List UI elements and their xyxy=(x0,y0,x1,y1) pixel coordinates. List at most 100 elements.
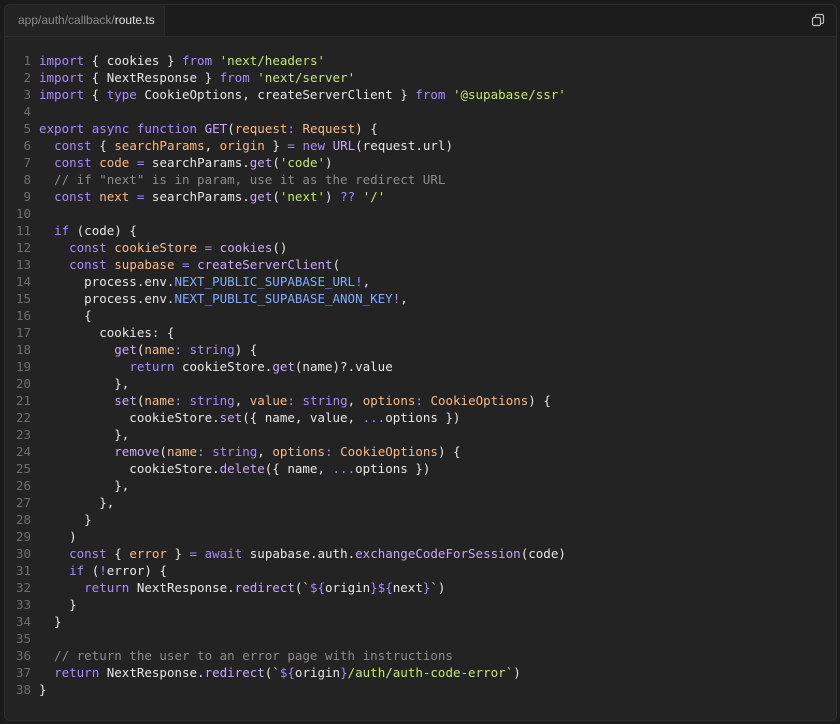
line-source: return cookieStore.get(name)?.value xyxy=(39,358,392,375)
code-token: redirect xyxy=(204,665,265,680)
line-number: 15 xyxy=(15,291,31,306)
code-token: set xyxy=(219,410,243,425)
line-number: 6 xyxy=(23,138,31,153)
code-token: supabase xyxy=(114,257,175,272)
code-line: 12 const cookieStore = cookies() xyxy=(5,239,566,256)
line-source: const next = searchParams.get('next') ??… xyxy=(39,188,385,205)
code-line: 17 cookies: { xyxy=(5,324,566,341)
code-block-header: app/auth/callback/route.ts xyxy=(5,5,836,37)
code-token: } xyxy=(166,546,190,561)
code-content: 1 import { cookies } from 'next/headers' 2… xyxy=(5,52,566,698)
code-token: /auth/auth-code-error` xyxy=(347,665,514,680)
code-token: if xyxy=(54,223,70,238)
code-token: } xyxy=(39,512,92,527)
code-token: type xyxy=(106,87,137,102)
code-token: get xyxy=(114,342,137,357)
code-token: cookieStore xyxy=(114,240,198,255)
code-token: if xyxy=(69,563,85,578)
line-number: 38 xyxy=(15,682,31,697)
line-source: set(name: string, value: string, options… xyxy=(39,392,551,409)
code-token: (code) { xyxy=(69,223,137,238)
code-token: NextResponse. xyxy=(129,580,235,595)
code-token: ?? xyxy=(340,189,356,204)
code-token: }, xyxy=(39,495,115,510)
code-token: ( xyxy=(159,444,167,459)
code-token: ) { xyxy=(528,393,551,408)
code-token: ( xyxy=(227,121,235,136)
code-line: 11 if (code) { xyxy=(5,222,566,239)
code-token: }, xyxy=(39,478,130,493)
code-line: 15 process.env.NEXT_PUBLIC_SUPABASE_ANON… xyxy=(5,290,566,307)
code-token: ({ name, value, xyxy=(242,410,363,425)
line-number: 30 xyxy=(15,546,31,561)
line-number: 12 xyxy=(15,240,31,255)
line-number: 23 xyxy=(15,427,31,442)
code-token: cookieStore. xyxy=(39,410,220,425)
line-source: } xyxy=(39,613,62,630)
line-number: 25 xyxy=(15,461,31,476)
code-token: ! xyxy=(355,274,363,289)
code-token: searchParams. xyxy=(144,189,250,204)
file-tab[interactable]: app/auth/callback/route.ts xyxy=(5,5,165,36)
code-token: supabase.auth. xyxy=(242,546,356,561)
code-token: : xyxy=(287,393,295,408)
code-token: const xyxy=(69,546,107,561)
code-token: NEXT_PUBLIC_SUPABASE_URL xyxy=(174,274,356,289)
code-line: 26 }, xyxy=(5,477,566,494)
code-token: from xyxy=(219,70,250,85)
code-line: 2 import { NextResponse } from 'next/serv… xyxy=(5,69,566,86)
line-number: 14 xyxy=(15,274,31,289)
code-line: 13 const supabase = createServerClient( xyxy=(5,256,566,273)
code-token: from xyxy=(415,87,446,102)
code-token: CookieOptions xyxy=(340,444,438,459)
line-number: 1 xyxy=(23,53,31,68)
code-line: 4 xyxy=(5,103,566,120)
code-token: cookieStore. xyxy=(174,359,273,374)
code-token: get xyxy=(272,359,295,374)
line-source: const { error } = await supabase.auth.ex… xyxy=(39,545,566,562)
code-line: 14 process.env.NEXT_PUBLIC_SUPABASE_URL!… xyxy=(5,273,566,290)
code-token: ) xyxy=(325,155,333,170)
line-source: cookieStore.delete({ name, ...options }) xyxy=(39,460,430,477)
copy-icon xyxy=(811,13,825,27)
code-token: Request xyxy=(302,121,356,136)
code-token: origin xyxy=(219,138,265,153)
line-number: 8 xyxy=(23,172,31,187)
line-source: import { type CookieOptions, createServe… xyxy=(39,86,566,103)
line-source: { xyxy=(39,307,92,324)
line-source: ) xyxy=(39,528,77,545)
code-token: : xyxy=(415,393,423,408)
code-token: }, xyxy=(39,427,130,442)
code-token: options }) xyxy=(385,410,461,425)
copy-button[interactable] xyxy=(810,12,826,28)
code-token: = xyxy=(287,138,295,153)
code-line: 5 export async function GET(request: Requ… xyxy=(5,120,566,137)
file-name: route.ts xyxy=(114,13,155,27)
code-token: () xyxy=(272,240,288,255)
code-token: get xyxy=(249,189,273,204)
code-token: }${ xyxy=(370,580,393,595)
code-token: ( xyxy=(84,563,100,578)
code-token: // return the user to an error page with… xyxy=(39,648,453,663)
line-source: // return the user to an error page with… xyxy=(39,647,453,664)
line-source: const cookieStore = cookies() xyxy=(39,239,287,256)
code-token: } xyxy=(264,138,288,153)
line-number: 26 xyxy=(15,478,31,493)
line-number: 32 xyxy=(15,580,31,595)
code-token: const xyxy=(69,257,107,272)
code-token: new xyxy=(302,138,326,153)
line-number: 3 xyxy=(23,87,31,102)
line-number: 16 xyxy=(15,308,31,323)
code-token: ! xyxy=(99,563,107,578)
code-token: error) { xyxy=(106,563,167,578)
code-token: delete xyxy=(219,461,265,476)
